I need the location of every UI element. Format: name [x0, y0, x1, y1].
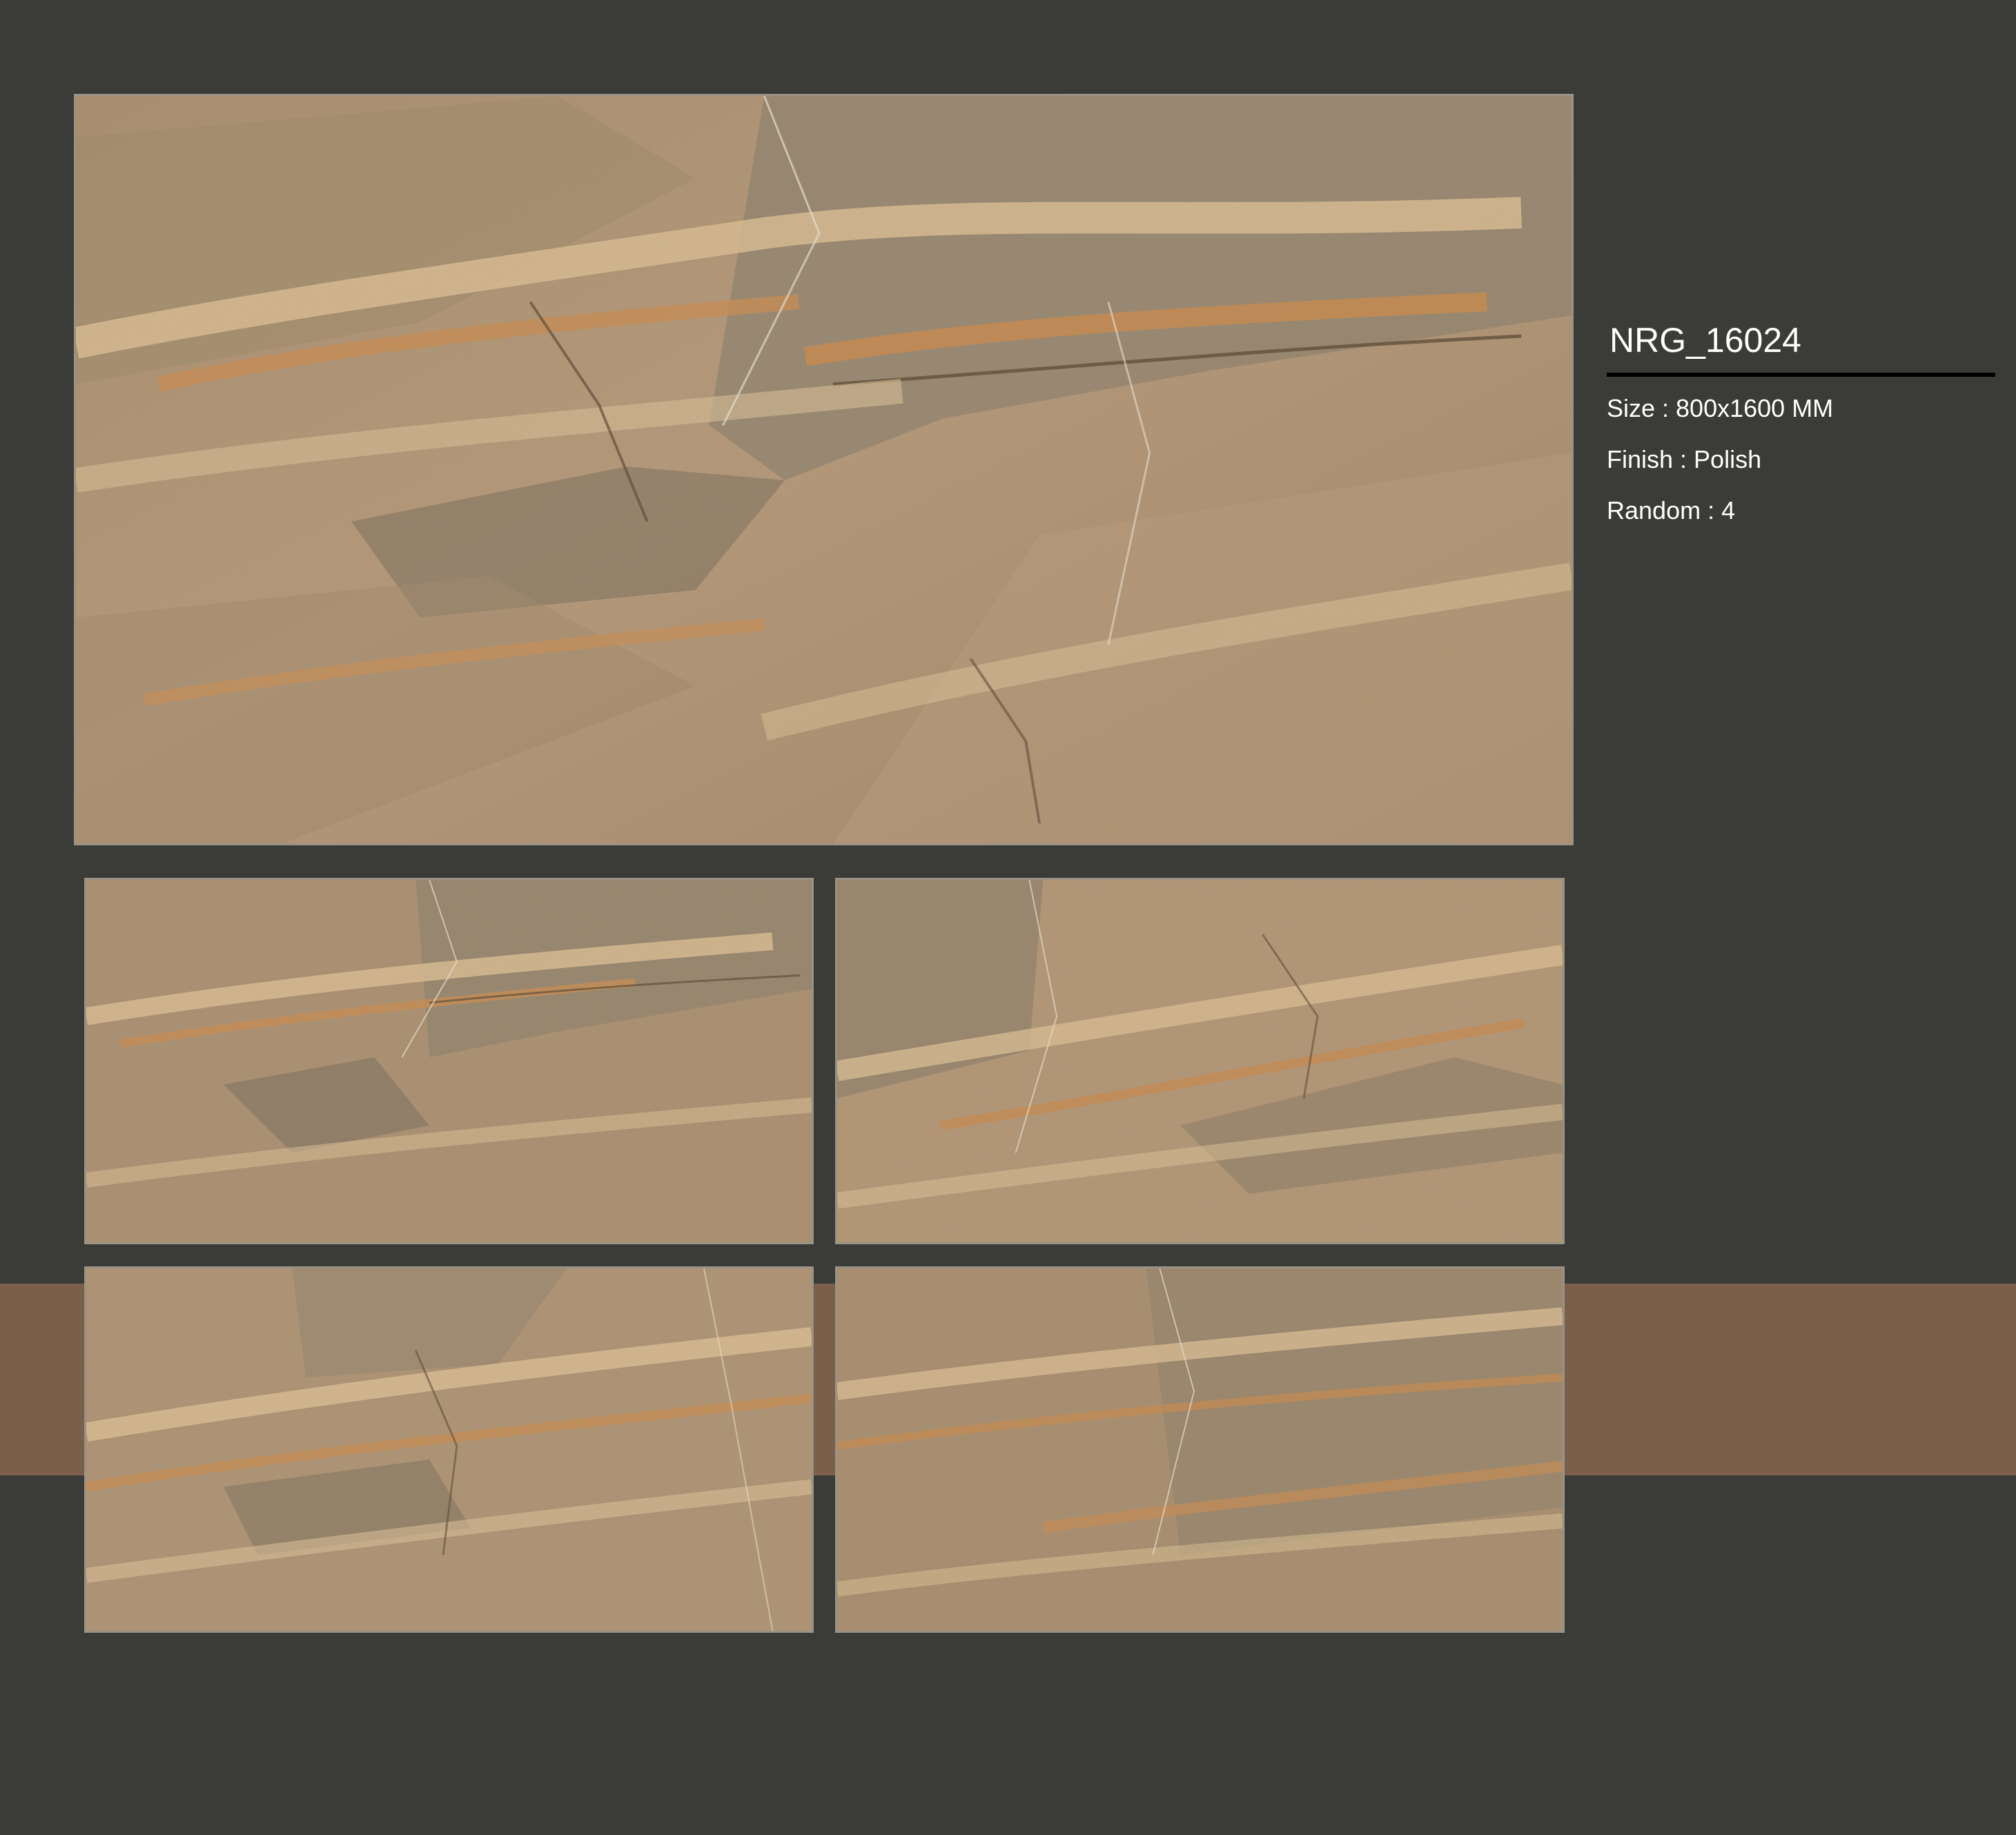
product-code: NRG_16024 — [1609, 321, 1801, 360]
variation-tile-3 — [84, 1266, 814, 1633]
spec-finish: Finish : Polish — [1607, 445, 1762, 473]
variation-tile-2 — [835, 878, 1565, 1244]
spec-random: Random : 4 — [1607, 496, 1736, 524]
marble-texture-main — [76, 96, 1572, 843]
variation-tile-1 — [84, 878, 814, 1244]
marble-texture-variation-4 — [837, 1268, 1563, 1631]
marble-texture-variation-1 — [86, 880, 812, 1242]
spec-size: Size : 800x1600 MM — [1607, 394, 1834, 422]
marble-texture-variation-2 — [837, 880, 1563, 1242]
title-rule — [1607, 373, 1995, 377]
product-info-panel: NRG_16024 Size : 800x1600 MM Finish : Po… — [1607, 323, 1995, 549]
main-tile-image — [74, 94, 1574, 845]
marble-texture-variation-3 — [86, 1268, 812, 1631]
variation-tile-4 — [835, 1266, 1565, 1633]
